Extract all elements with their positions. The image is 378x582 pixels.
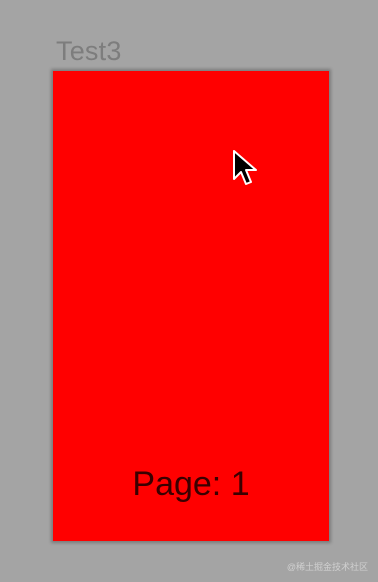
watermark: @稀土掘金技术社区	[286, 562, 368, 572]
mouse-pointer-icon	[233, 150, 257, 185]
page-card[interactable]: Page: 1	[53, 71, 329, 541]
app-title: Test3	[56, 36, 122, 66]
page-label: Page: 1	[132, 465, 250, 503]
